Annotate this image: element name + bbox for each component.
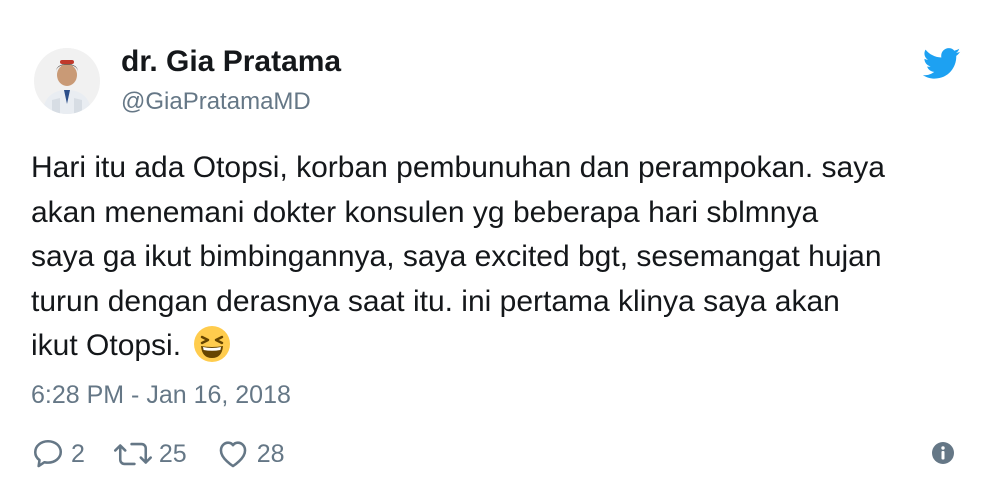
reply-button[interactable]: 2 — [31, 437, 85, 471]
tweet-last-line: ikut Otopsi. — [31, 324, 961, 369]
tweet-card: dr. Gia Pratama @GiaPratamaMD Hari itu a… — [0, 0, 996, 498]
display-name[interactable]: dr. Gia Pratama — [121, 45, 341, 79]
like-count: 28 — [256, 439, 285, 468]
tweet-timestamp[interactable]: 6:28 PM - Jan 16, 2018 — [31, 381, 291, 410]
tweet-line: Hari itu ada Otopsi, korban pembunuhan d… — [31, 151, 885, 184]
retweet-icon — [113, 437, 153, 471]
tweet-line: akan menemani dokter konsulen yg beberap… — [31, 195, 819, 229]
avatar[interactable] — [34, 48, 100, 114]
grinning-squinting-face-icon — [193, 325, 231, 363]
like-button[interactable]: 28 — [215, 437, 285, 471]
reply-icon — [31, 437, 65, 471]
twitter-bird-icon[interactable] — [922, 48, 961, 80]
heart-icon — [215, 437, 251, 471]
user-handle[interactable]: @GiaPratamaMD — [121, 88, 311, 116]
tweet-text: Hari itu ada Otopsi, korban pembunuhan d… — [31, 146, 961, 369]
tweet-line: turun dengan derasnya saat itu. ini pert… — [31, 284, 840, 318]
reply-count: 2 — [71, 439, 85, 468]
tweet-actions: 2 25 28 — [31, 434, 313, 474]
info-icon[interactable] — [931, 441, 955, 465]
retweet-button[interactable]: 25 — [113, 437, 187, 471]
tweet-line: saya ga ikut bimbingannya, saya excited … — [31, 240, 882, 273]
retweet-count: 25 — [158, 439, 187, 468]
tweet-line: ikut Otopsi. — [31, 329, 182, 362]
